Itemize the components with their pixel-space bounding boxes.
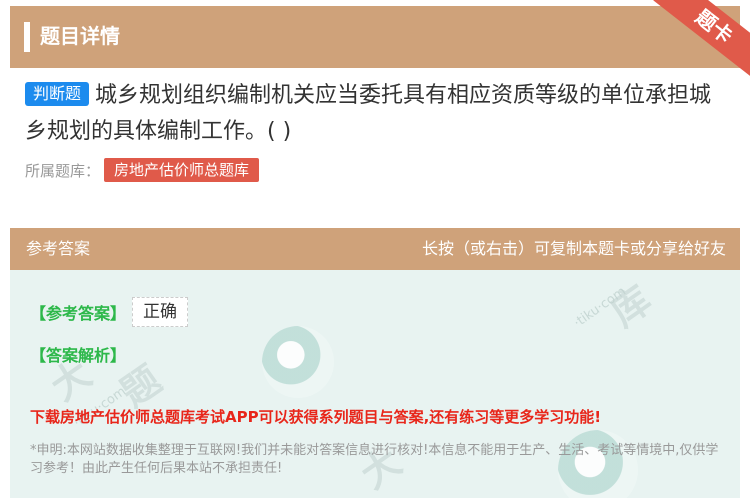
- question-text: 城乡规划组织编制机关应当委托具有相应资质等级的单位承担城乡规划的具体编制工作。(…: [25, 83, 712, 144]
- share-hint: 长按（或右击）可复制本题卡或分享给好友: [421, 239, 726, 258]
- answer-analysis-label: 【答案解析】: [30, 346, 127, 365]
- watermark-logo-icon: [262, 326, 334, 398]
- answer-section-title: 参考答案: [26, 239, 91, 258]
- answer-header: 参考答案 长按（或右击）可复制本题卡或分享给好友: [10, 228, 740, 270]
- answer-body: 大 题 库 大 ·tiku·com ·tiku·com 【参考答案】 正确 【答…: [10, 270, 740, 498]
- bank-label: 所属题库：: [25, 161, 101, 180]
- bank-row: 所属题库： 房地产估价师总题库: [25, 158, 260, 182]
- reference-answer-value: 正确: [132, 297, 188, 327]
- header-bar: 题目详情: [10, 6, 740, 68]
- header-accent-bar: [24, 22, 30, 52]
- reference-answer-label: 【参考答案】: [30, 304, 127, 323]
- question-type-badge: 判断题: [25, 82, 90, 106]
- disclaimer-text: *申明:本网站数据收集整理于互联网!我们并未能对答案信息进行核对!本信息不能用于…: [30, 443, 719, 476]
- app-download-promo[interactable]: 下载房地产估价师总题库考试APP可以获得系列题目与答案,还有练习等更多学习功能!: [30, 406, 601, 428]
- question-block: 判断题 城乡规划组织编制机关应当委托具有相应资质等级的单位承担城乡规划的具体编制工…: [25, 78, 730, 150]
- page-title: 题目详情: [40, 24, 120, 48]
- bank-tag-link[interactable]: 房地产估价师总题库: [104, 158, 260, 182]
